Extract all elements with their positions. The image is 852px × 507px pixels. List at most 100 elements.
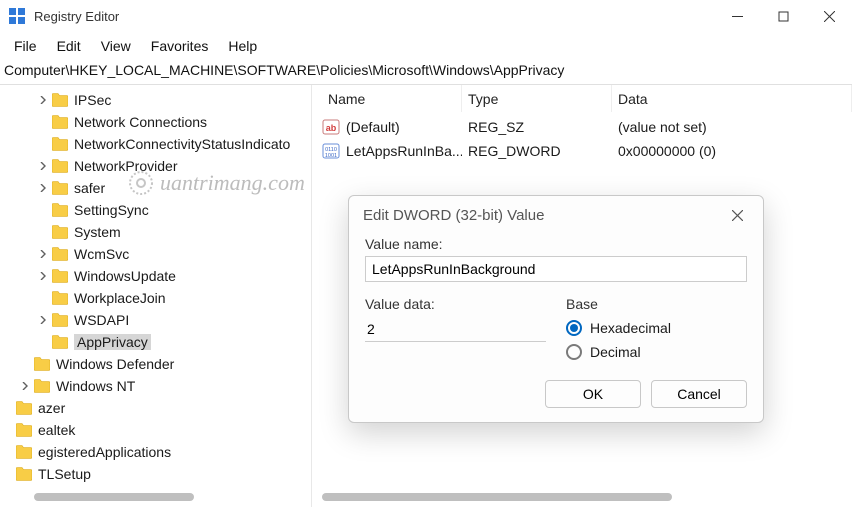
address-bar[interactable]: Computer\HKEY_LOCAL_MACHINE\SOFTWARE\Pol… [0,60,852,84]
tree-item-label: TLSetup [38,466,91,482]
tree-item-label: WcmSvc [74,246,129,262]
value-data-input[interactable] [365,316,546,342]
minimize-button[interactable] [714,0,760,32]
value-type: REG_DWORD [462,143,612,159]
folder-icon [52,159,68,173]
tree-item[interactable]: Windows Defender [0,353,311,375]
radio-icon [566,320,582,336]
folder-icon [52,137,68,151]
tree-item[interactable]: TLSetup [0,463,311,485]
chevron-right-icon[interactable] [36,247,50,261]
ok-button[interactable]: OK [545,380,641,408]
tree-item[interactable]: NetworkConnectivityStatusIndicato [0,133,311,155]
tree-item-label: SettingSync [74,202,149,218]
column-name[interactable]: Name [322,85,462,112]
tree-item[interactable]: egisteredApplications [0,441,311,463]
tree-item[interactable]: ealtek [0,419,311,441]
list-hscrollbar[interactable] [322,491,832,503]
tree-pane[interactable]: IPSec Network Connections NetworkConnectiv… [0,85,312,507]
folder-icon [16,467,32,481]
tree-hscrollbar[interactable] [4,491,304,503]
chevron-right-icon[interactable] [18,379,32,393]
folder-icon [16,445,32,459]
value-name: LetAppsRunInBa... [346,143,462,159]
tree-item[interactable]: WSDAPI [0,309,311,331]
tree-item[interactable]: azer [0,397,311,419]
folder-icon [52,181,68,195]
app-icon [8,7,26,25]
radio-hexadecimal[interactable]: Hexadecimal [566,316,747,340]
menu-favorites[interactable]: Favorites [141,34,219,58]
window-title: Registry Editor [34,9,119,24]
folder-icon [52,335,68,349]
folder-icon [52,203,68,217]
value-name-label: Value name: [365,236,747,252]
tree-item[interactable]: NetworkProvider [0,155,311,177]
column-type[interactable]: Type [462,85,612,112]
chevron-right-icon[interactable] [36,159,50,173]
tree-item-label: IPSec [74,92,111,108]
tree-item[interactable]: WcmSvc [0,243,311,265]
table-row[interactable]: ab(Default)REG_SZ(value not set) [312,115,852,139]
svg-text:ab: ab [326,123,337,133]
reg-binary-icon: 01101001 [322,142,340,160]
menu-file[interactable]: File [4,34,47,58]
reg-string-icon: ab [322,118,340,136]
maximize-button[interactable] [760,0,806,32]
base-label: Base [566,296,747,312]
tree-item-label: Network Connections [74,114,207,130]
column-headers[interactable]: Name Type Data [312,85,852,113]
tree-item-label: WorkplaceJoin [74,290,166,306]
tree-item[interactable]: WorkplaceJoin [0,287,311,309]
menu-view[interactable]: View [91,34,141,58]
tree-item[interactable]: Windows NT [0,375,311,397]
edit-dword-dialog: Edit DWORD (32-bit) Value Value name: Va… [348,195,764,423]
folder-icon [52,93,68,107]
folder-icon [34,379,50,393]
svg-text:1001: 1001 [325,153,337,159]
folder-icon [52,269,68,283]
chevron-right-icon[interactable] [36,269,50,283]
value-data-label: Value data: [365,296,546,312]
tree-item[interactable]: SettingSync [0,199,311,221]
chevron-right-icon[interactable] [36,181,50,195]
dialog-title: Edit DWORD (32-bit) Value [363,207,544,224]
folder-icon [34,357,50,371]
tree-item-label: Windows Defender [56,356,174,372]
tree-item-label: NetworkProvider [74,158,177,174]
cancel-button[interactable]: Cancel [651,380,747,408]
tree-item-label: Windows NT [56,378,135,394]
menubar: File Edit View Favorites Help [0,32,852,60]
folder-icon [16,423,32,437]
tree-item[interactable]: AppPrivacy [0,331,311,353]
value-name-input[interactable] [365,256,747,282]
chevron-right-icon[interactable] [36,93,50,107]
menu-edit[interactable]: Edit [47,34,91,58]
menu-help[interactable]: Help [218,34,267,58]
titlebar: Registry Editor [0,0,852,32]
folder-icon [52,225,68,239]
radio-icon [566,344,582,360]
tree-item[interactable]: safer [0,177,311,199]
window-controls [714,0,852,32]
tree-item[interactable]: WindowsUpdate [0,265,311,287]
table-row[interactable]: 01101001LetAppsRunInBa...REG_DWORD0x0000… [312,139,852,163]
dialog-close-button[interactable] [725,203,749,227]
tree-item-label: egisteredApplications [38,444,171,460]
close-button[interactable] [806,0,852,32]
tree-item[interactable]: Network Connections [0,111,311,133]
folder-icon [52,291,68,305]
tree-item-label: System [74,224,121,240]
tree-item-label: azer [38,400,65,416]
tree-item-label: WSDAPI [74,312,129,328]
radio-decimal[interactable]: Decimal [566,340,747,364]
folder-icon [52,313,68,327]
tree-item[interactable]: IPSec [0,89,311,111]
tree-item-label: ealtek [38,422,75,438]
tree-item[interactable]: System [0,221,311,243]
value-type: REG_SZ [462,119,612,135]
tree-item-label: WindowsUpdate [74,268,176,284]
column-data[interactable]: Data [612,85,852,112]
chevron-right-icon[interactable] [36,313,50,327]
value-data: (value not set) [612,119,852,135]
